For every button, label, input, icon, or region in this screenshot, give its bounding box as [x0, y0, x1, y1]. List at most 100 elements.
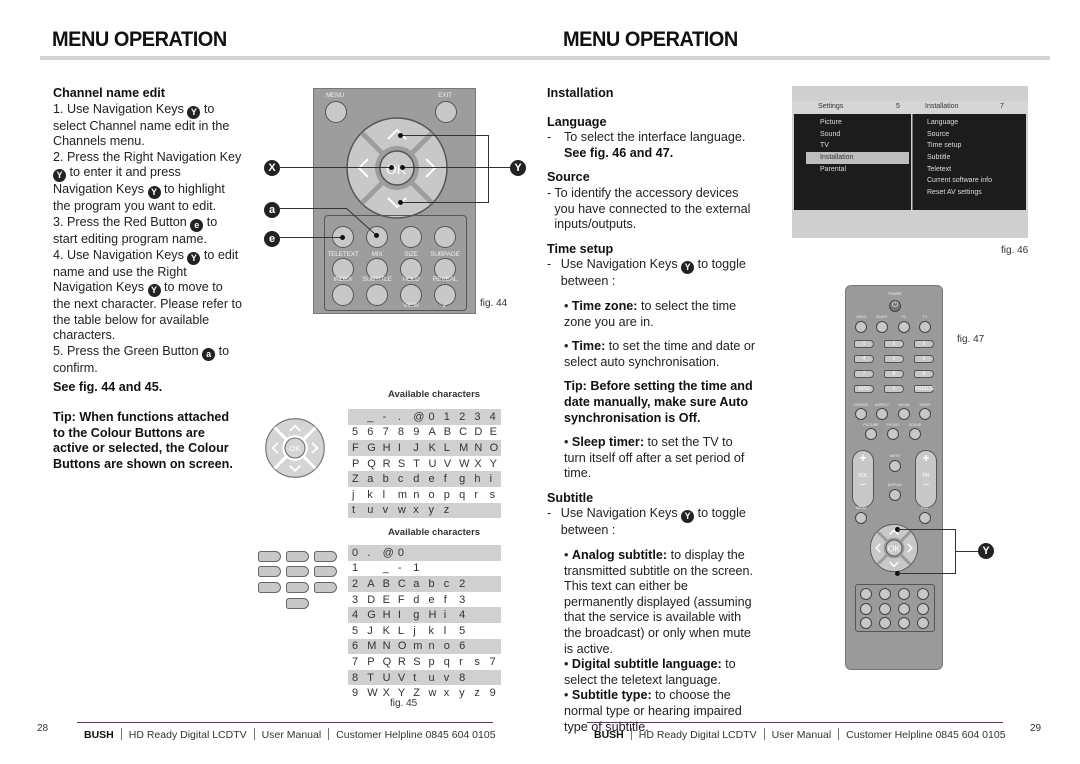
char-cell	[485, 545, 501, 561]
number-key[interactable]: EPG	[854, 385, 874, 393]
power-button[interactable]: ⏻	[889, 300, 901, 312]
char-cell: B	[443, 426, 452, 439]
char-row: tuvwxyz	[348, 502, 501, 519]
subtitle-heading: Subtitle	[547, 490, 594, 505]
aspect-button[interactable]	[876, 408, 888, 420]
green-button[interactable]	[879, 588, 891, 600]
char-cell	[424, 561, 439, 577]
char-cell: 7	[352, 655, 359, 668]
picture-button[interactable]	[865, 428, 877, 440]
number-key[interactable]: 3	[914, 340, 934, 348]
nav-pad-fig47[interactable]: OK	[869, 523, 919, 573]
menu-item-source[interactable]: Source	[913, 129, 1026, 141]
sleep-button[interactable]	[919, 408, 931, 420]
video-button[interactable]	[855, 321, 867, 333]
number-key[interactable]: 5	[884, 355, 904, 363]
installation-section: Installation Language - To select the int…	[547, 86, 756, 734]
tv-button[interactable]	[919, 321, 931, 333]
pc-button[interactable]	[898, 321, 910, 333]
char-cell: G	[363, 440, 379, 456]
char-cell: K	[382, 624, 390, 637]
number-key[interactable]: 9	[914, 370, 934, 378]
nav-pad-small: OK	[265, 418, 325, 478]
time-item: • Time: to set the time and date or sele…	[564, 339, 756, 369]
menu-item-sound[interactable]: Sound	[794, 129, 911, 141]
step-3: 3. Press the Red Button e to start editi…	[53, 214, 218, 246]
fig46-caption: fig. 46	[1001, 245, 1029, 256]
display-button[interactable]	[889, 489, 901, 501]
mix-button[interactable]	[879, 603, 891, 615]
product-name: HD Ready Digital LCDTV	[638, 729, 757, 741]
language-see-fig: See fig. 46 and 47.	[564, 145, 674, 160]
keypad-9	[314, 582, 337, 593]
char-cell: a	[409, 576, 425, 592]
menu-item-parental[interactable]: Parental	[794, 164, 911, 176]
char-row: PQRSTUVWXY	[348, 456, 501, 472]
char-cell: F	[348, 440, 364, 456]
svg-text:OK: OK	[290, 444, 301, 453]
reveal-button[interactable]	[917, 617, 929, 629]
yellow-button[interactable]	[898, 588, 910, 600]
subtitle-button[interactable]	[366, 284, 388, 306]
index-button[interactable]	[860, 617, 872, 629]
char-cell: k	[428, 624, 434, 637]
callout-e-icon: e	[264, 231, 280, 247]
char-cell: A	[363, 576, 379, 592]
red-button[interactable]	[860, 588, 872, 600]
number-key[interactable]: 2	[884, 340, 904, 348]
number-key[interactable]: 7	[854, 370, 874, 378]
number-key[interactable]: FREEZE	[914, 385, 935, 393]
nicam-button[interactable]	[898, 408, 910, 420]
char-cell	[409, 545, 425, 561]
source-button[interactable]	[855, 408, 867, 420]
menu-item-language[interactable]: Language	[913, 117, 1026, 129]
subtitle-button[interactable]	[879, 617, 891, 629]
blue-button[interactable]	[917, 588, 929, 600]
char-cell: M	[455, 440, 471, 456]
char-cell: s	[474, 655, 480, 668]
menu-item-reset-av[interactable]: Reset AV settings	[913, 187, 1026, 199]
number-key[interactable]: 1	[854, 340, 874, 348]
menu-item-picture[interactable]: Picture	[794, 117, 911, 129]
program-rocker[interactable]: + PR –	[915, 450, 937, 508]
product-name: HD Ready Digital LCDTV	[128, 729, 247, 741]
char-cell	[470, 576, 486, 592]
picture-label: PICTURE	[863, 423, 879, 427]
subpage-button[interactable]	[917, 603, 929, 615]
number-key[interactable]: 4	[854, 355, 874, 363]
menu-item-subtitle[interactable]: Subtitle	[913, 152, 1026, 164]
menu-item-teletext[interactable]: Teletext	[913, 164, 1026, 176]
yellow-button[interactable]	[400, 226, 422, 248]
number-key[interactable]: 8	[884, 370, 904, 378]
menu-item-tv[interactable]: TV	[794, 140, 911, 152]
volume-rocker[interactable]: + VOL –	[852, 450, 874, 508]
sound-button[interactable]	[909, 428, 921, 440]
menu-item-installation[interactable]: Installation	[806, 152, 909, 164]
char-cell: d	[413, 593, 420, 606]
scart-button[interactable]	[876, 321, 888, 333]
blue-button[interactable]	[434, 226, 456, 248]
menu-button[interactable]	[855, 512, 867, 524]
menu-item-software-info[interactable]: Current software info	[913, 175, 1026, 187]
hold-button[interactable]	[898, 617, 910, 629]
char-cell: 9	[352, 687, 359, 700]
number-key[interactable]: 0	[884, 385, 904, 393]
channel-name-edit-section: Channel name edit 1. Use Navigation Keys…	[53, 86, 243, 473]
index-button[interactable]	[332, 284, 354, 306]
char-cell: .	[393, 409, 410, 425]
exit-button[interactable]	[919, 512, 931, 524]
time-setup-intro: Use Navigation Keys Y to toggle between …	[560, 257, 746, 289]
pr-list-button[interactable]	[887, 428, 899, 440]
size-button[interactable]	[898, 603, 910, 615]
mute-button[interactable]	[889, 460, 901, 472]
char-row: 4GHIgHi4	[348, 607, 501, 623]
number-key[interactable]: 6	[914, 355, 934, 363]
char-cell: V	[393, 669, 410, 686]
char-cell	[486, 623, 501, 639]
teletext-button[interactable]	[860, 603, 872, 615]
exit-label: EXIT	[438, 92, 452, 99]
menu-item-time-setup[interactable]: Time setup	[913, 140, 1026, 152]
reveal-label: REVEAL	[432, 276, 458, 283]
settings-menu-fig46: Settings 5 Installation 7 Picture Sound …	[792, 86, 1028, 238]
char-cell: a	[363, 471, 379, 487]
